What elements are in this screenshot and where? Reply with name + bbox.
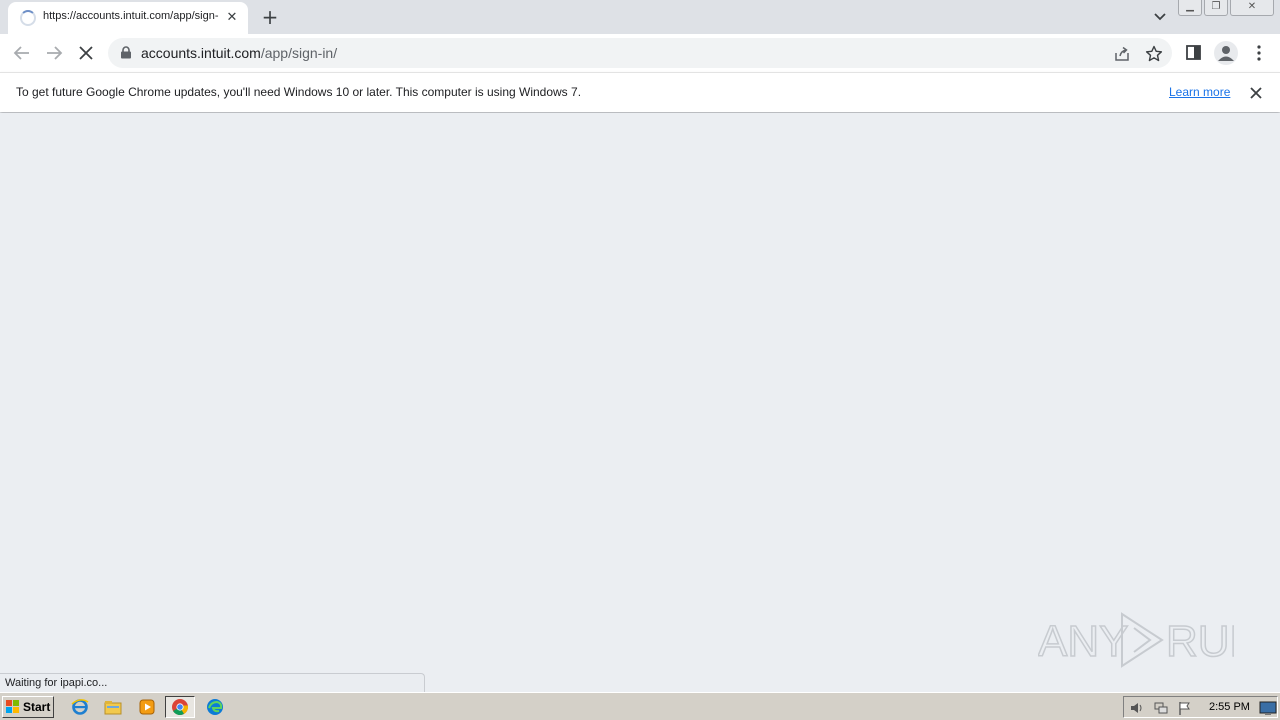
restore-button[interactable]: ❐ <box>1204 0 1228 16</box>
update-infobar: To get future Google Chrome updates, you… <box>0 72 1280 112</box>
edge-icon[interactable] <box>204 697 226 717</box>
minimize-button[interactable]: ▁ <box>1178 0 1202 16</box>
loading-spinner-icon <box>20 10 36 26</box>
browser-toolbar: accounts.intuit.com/app/sign-in/ <box>0 34 1280 72</box>
tab-strip: https://accounts.intuit.com/app/sign-in/… <box>0 0 1280 34</box>
tab-close-icon[interactable]: ✕ <box>224 10 240 26</box>
person-icon <box>1218 46 1234 61</box>
lock-icon[interactable] <box>120 46 132 59</box>
watermark-text-run: RUN <box>1166 617 1234 666</box>
url-host: accounts.intuit.com <box>141 45 261 61</box>
profile-avatar[interactable] <box>1214 41 1238 65</box>
file-explorer-icon[interactable] <box>102 697 124 717</box>
internet-explorer-icon[interactable] <box>69 697 91 717</box>
show-desktop-icon[interactable] <box>1259 700 1277 716</box>
system-tray: 2:55 PM <box>1123 696 1278 718</box>
chrome-taskbar-icon[interactable] <box>165 696 195 718</box>
windows-logo-icon <box>6 700 19 713</box>
bookmark-star-icon[interactable] <box>1145 45 1163 63</box>
url-path: /app/sign-in/ <box>260 45 338 61</box>
speaker-icon[interactable] <box>1129 700 1145 716</box>
taskbar-clock[interactable]: 2:55 PM <box>1209 701 1250 713</box>
url-text[interactable]: accounts.intuit.com/app/sign-in/ <box>141 45 337 61</box>
back-arrow-icon[interactable] <box>10 41 34 65</box>
start-button[interactable]: Start <box>2 696 54 718</box>
window-controls: ▁ ❐ ✕ <box>1178 0 1274 18</box>
address-bar[interactable]: accounts.intuit.com/app/sign-in/ <box>108 38 1172 68</box>
close-window-button[interactable]: ✕ <box>1230 0 1274 16</box>
action-center-flag-icon[interactable] <box>1177 700 1193 716</box>
watermark-text-any: ANY <box>1038 617 1128 666</box>
network-icon[interactable] <box>1153 700 1169 716</box>
forward-arrow-icon[interactable] <box>42 41 66 65</box>
start-label: Start <box>23 700 51 714</box>
windows-taskbar: Start 2:55 PM <box>0 692 1280 720</box>
infobar-message: To get future Google Chrome updates, you… <box>16 85 582 99</box>
side-panel-icon[interactable] <box>1183 42 1205 64</box>
share-icon[interactable] <box>1113 45 1131 63</box>
tab-search-chevron-icon[interactable] <box>1150 8 1170 26</box>
status-bubble: Waiting for ipapi.co... <box>0 673 425 692</box>
learn-more-link[interactable]: Learn more <box>1169 85 1230 99</box>
browser-tab[interactable]: https://accounts.intuit.com/app/sign-in/… <box>8 2 248 34</box>
anyrun-watermark-logo: ANY RUN <box>1038 612 1234 668</box>
media-player-icon[interactable] <box>136 697 158 717</box>
new-tab-button[interactable]: + <box>258 5 282 29</box>
infobar-close-icon[interactable] <box>1248 85 1264 101</box>
tab-title: https://accounts.intuit.com/app/sign-in/ <box>43 10 219 22</box>
kebab-menu-icon[interactable] <box>1248 42 1270 64</box>
stop-loading-icon[interactable] <box>74 41 98 65</box>
